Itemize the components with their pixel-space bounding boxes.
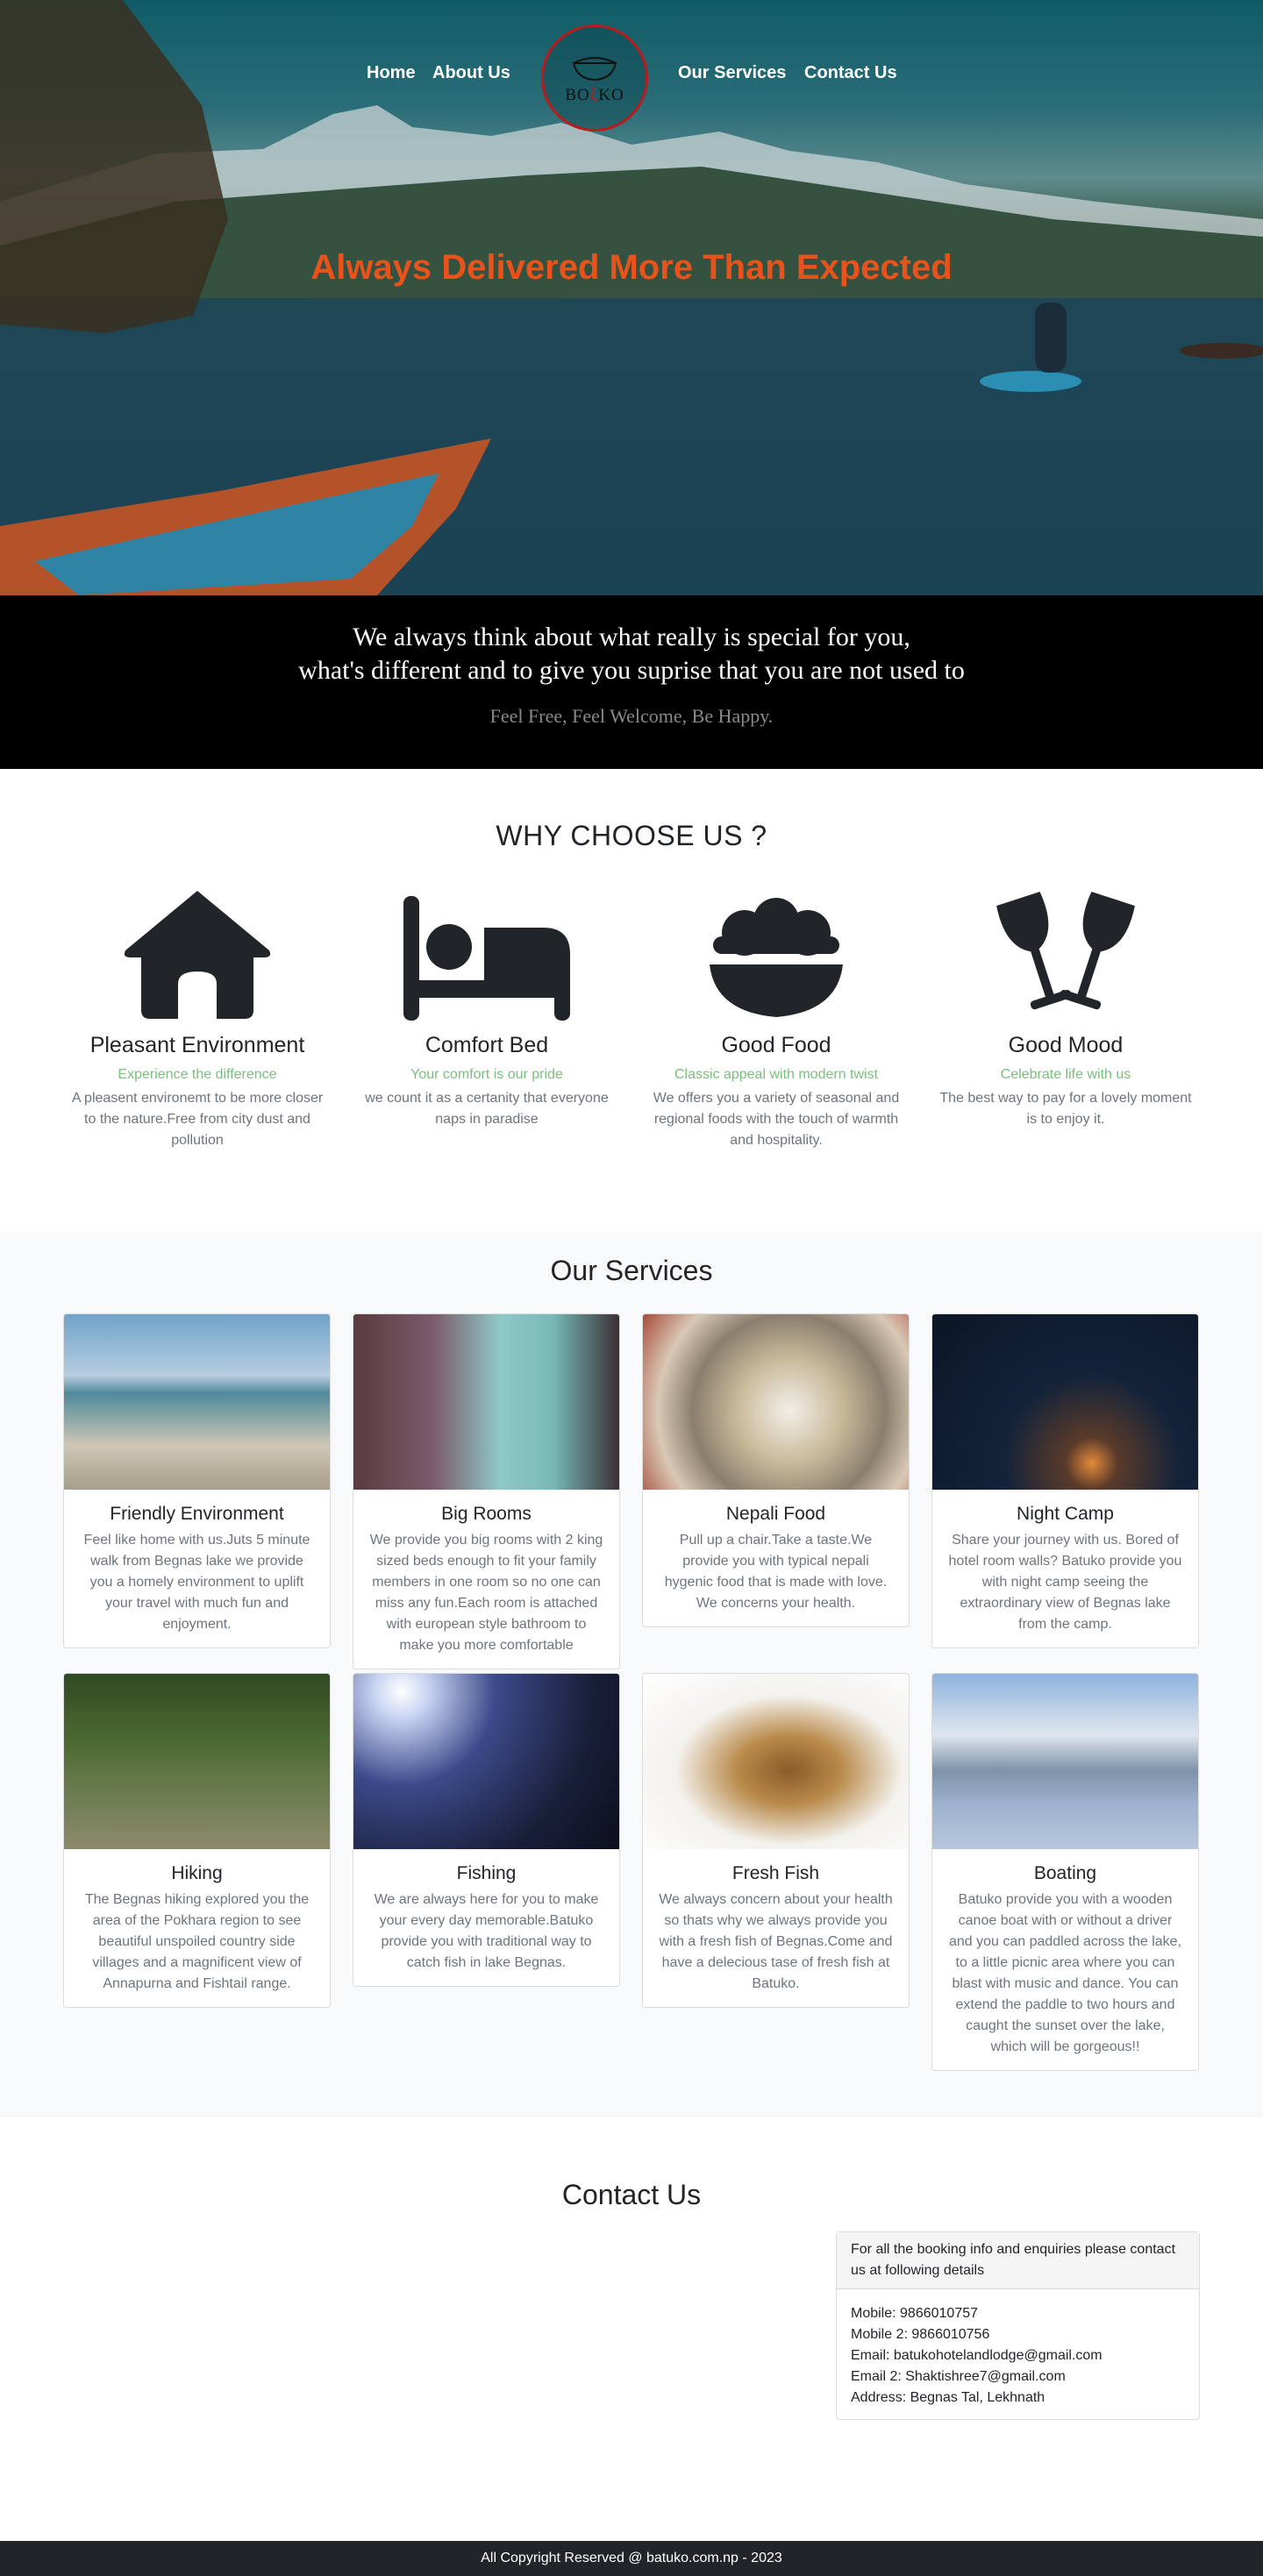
service-card-boating[interactable]: Boating Batuko provide you with a wooden… bbox=[931, 1673, 1199, 2071]
feature-tagline: Experience the difference bbox=[118, 1067, 277, 1082]
service-card-hiking[interactable]: Hiking The Begnas hiking explored you th… bbox=[63, 1673, 331, 2008]
services-section: Our Services Friendly Environment Feel l… bbox=[0, 1232, 1263, 2117]
feature-tagline: Your comfort is our pride bbox=[410, 1067, 563, 1082]
feature-good-food: Good Food Classic appeal with modern twi… bbox=[649, 880, 903, 1151]
main-nav: Home About Us BOξKO Our Services Contact… bbox=[0, 0, 1263, 149]
footer: All Copyright Reserved @ batuko.com.np -… bbox=[0, 2541, 1263, 2576]
nav-contact-link[interactable]: Contact Us bbox=[804, 63, 897, 83]
service-text: Feel like home with us.Juts 5 minute wal… bbox=[83, 1533, 310, 1632]
tagline-line-2: what's different and to give you suprise… bbox=[298, 656, 965, 685]
service-title: Night Camp bbox=[1017, 1504, 1114, 1524]
service-image bbox=[64, 1674, 330, 1849]
service-text: We provide you big rooms with 2 king siz… bbox=[369, 1533, 603, 1653]
why-title: WHY CHOOSE US ? bbox=[496, 820, 767, 851]
bowl-food-icon bbox=[710, 898, 843, 1017]
contact-mobile: Mobile: 9866010757 bbox=[851, 2306, 979, 2321]
feature-tagline: Classic appeal with modern twist bbox=[674, 1067, 879, 1082]
contact-title: Contact Us bbox=[561, 2179, 702, 2210]
feature-text: The best way to pay for a lovely moment … bbox=[939, 1091, 1192, 1127]
glasses-cheers-icon bbox=[996, 892, 1135, 1010]
site-logo[interactable]: BOξKO bbox=[541, 25, 648, 132]
nav-services-link[interactable]: Our Services bbox=[678, 63, 786, 83]
service-image bbox=[353, 1674, 619, 1849]
contact-card-body: Mobile: 9866010757 Mobile 2: 9866010756 … bbox=[837, 2289, 1199, 2419]
service-image bbox=[932, 1314, 1198, 1490]
feature-good-mood: Good Mood Celebrate life with us The bes… bbox=[938, 880, 1193, 1130]
contact-card-header: For all the booking info and enquiries p… bbox=[837, 2232, 1199, 2289]
feature-title: Good Mood bbox=[1008, 1033, 1124, 1057]
contact-card: For all the booking info and enquiries p… bbox=[836, 2231, 1200, 2420]
nav-home-link[interactable]: Home bbox=[367, 63, 416, 83]
contact-email: Email: batukohotelandlodge@gmail.com bbox=[851, 2348, 1102, 2363]
tagline-band: We always think about what really is spe… bbox=[0, 595, 1263, 769]
service-title: Nepali Food bbox=[725, 1504, 826, 1524]
service-text: We always concern about your health so t… bbox=[659, 1892, 893, 1991]
service-card-nepali-food[interactable]: Nepali Food Pull up a chair.Take a taste… bbox=[642, 1313, 910, 1627]
hero-section: Home About Us BOξKO Our Services Contact… bbox=[0, 0, 1263, 595]
service-title: Big Rooms bbox=[441, 1504, 532, 1524]
feature-text: we count it as a certanity that everyone… bbox=[365, 1091, 609, 1127]
feature-pleasant-environment: Pleasant Environment Experience the diff… bbox=[70, 880, 325, 1151]
service-card-night-camp[interactable]: Night Camp Share your journey with us. B… bbox=[931, 1313, 1199, 1648]
bowl-logo-icon bbox=[572, 57, 617, 82]
service-text: Pull up a chair.Take a taste.We provide … bbox=[664, 1533, 888, 1611]
service-card-fishing[interactable]: Fishing We are always here for you to ma… bbox=[353, 1673, 620, 1987]
feature-tagline: Celebrate life with us bbox=[1000, 1067, 1131, 1082]
contact-email-2: Email 2: Shaktishree7@gmail.com bbox=[851, 2369, 1066, 2384]
why-choose-us-section: WHY CHOOSE US ? Pleasant Environment Exp… bbox=[0, 769, 1263, 1232]
contact-address: Address: Begnas Tal, Lekhnath bbox=[851, 2390, 1045, 2405]
tagline-line-1: We always think about what really is spe… bbox=[353, 623, 910, 651]
service-title: Hiking bbox=[171, 1863, 223, 1883]
bed-icon bbox=[403, 896, 570, 1021]
service-text: Batuko provide you with a wooden canoe b… bbox=[948, 1892, 1182, 2054]
feature-text: A pleasent environemt to be more closer … bbox=[71, 1091, 324, 1148]
service-card-friendly-environment[interactable]: Friendly Environment Feel like home with… bbox=[63, 1313, 331, 1648]
hero-title: Always Delivered More Than Expected bbox=[310, 248, 953, 287]
feature-title: Pleasant Environment bbox=[89, 1033, 305, 1057]
feature-text: We offers you a variety of seasonal and … bbox=[653, 1091, 900, 1148]
service-text: Share your journey with us. Bored of hot… bbox=[948, 1533, 1182, 1632]
contact-section: Contact Us For all the booking info and … bbox=[0, 2117, 1263, 2541]
logo-text: BOξKO bbox=[565, 86, 624, 104]
house-icon bbox=[124, 891, 271, 1019]
footer-copyright: All Copyright Reserved @ batuko.com.np -… bbox=[481, 2551, 782, 2565]
service-card-big-rooms[interactable]: Big Rooms We provide you big rooms with … bbox=[353, 1313, 620, 1669]
service-image bbox=[643, 1314, 909, 1490]
service-title: Friendly Environment bbox=[110, 1504, 284, 1524]
service-image bbox=[353, 1314, 619, 1490]
service-image bbox=[64, 1314, 330, 1490]
service-text: We are always here for you to make your … bbox=[374, 1892, 599, 1970]
service-card-fresh-fish[interactable]: Fresh Fish We always concern about your … bbox=[642, 1673, 910, 2008]
service-text: The Begnas hiking explored you the area … bbox=[84, 1892, 310, 1991]
service-title: Fresh Fish bbox=[731, 1863, 820, 1883]
feature-title: Comfort Bed bbox=[425, 1033, 549, 1057]
tagline-subtitle: Feel Free, Feel Welcome, Be Happy. bbox=[489, 705, 774, 727]
service-title: Fishing bbox=[456, 1863, 517, 1883]
feature-title: Good Food bbox=[721, 1033, 831, 1057]
service-title: Boating bbox=[1033, 1863, 1097, 1883]
contact-mobile-2: Mobile 2: 9866010756 bbox=[851, 2327, 990, 2342]
service-image bbox=[932, 1674, 1198, 1849]
service-image bbox=[643, 1674, 909, 1849]
nav-about-link[interactable]: About Us bbox=[432, 63, 510, 83]
feature-comfort-bed: Comfort Bed Your comfort is our pride we… bbox=[360, 880, 614, 1130]
services-title: Our Services bbox=[550, 1255, 713, 1286]
